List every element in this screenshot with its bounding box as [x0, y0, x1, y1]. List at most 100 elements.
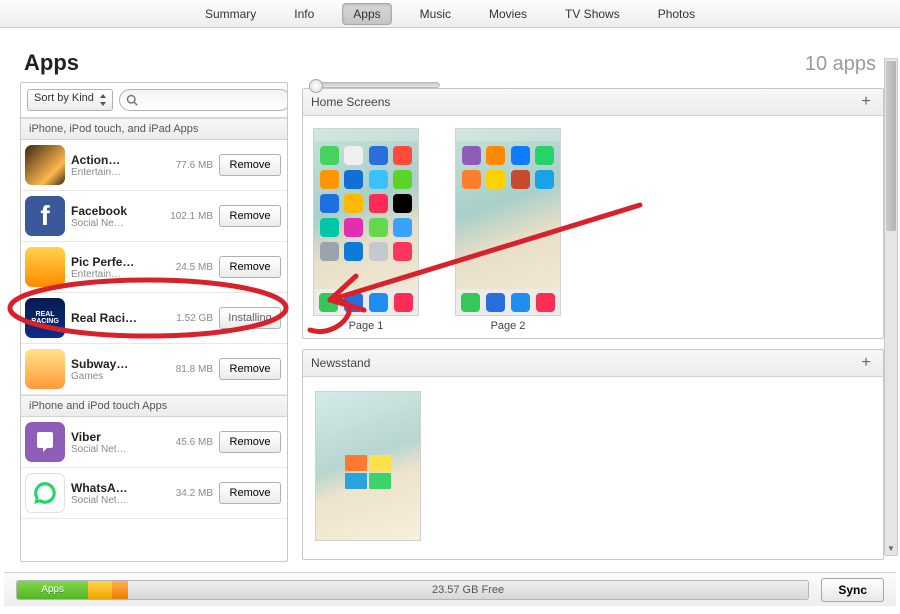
home-screens-body: Page 1 Page 2	[303, 116, 883, 338]
storage-seg-other-a	[88, 581, 112, 599]
storage-seg-other-b	[112, 581, 128, 599]
home-screens-title: Home Screens	[311, 95, 390, 109]
sort-select[interactable]: Sort by Kind	[27, 89, 113, 111]
remove-button[interactable]: Remove	[219, 431, 281, 453]
page-title: Apps	[24, 50, 79, 76]
mini-app-icon	[535, 170, 554, 189]
app-row[interactable]: REAL RACINGReal Raci…1.52 GBInstalling	[21, 293, 287, 344]
storage-seg-apps: Apps	[17, 581, 88, 599]
add-newsstand-button[interactable]: +	[857, 354, 875, 372]
mini-app-icon	[320, 170, 339, 189]
tab-photos[interactable]: Photos	[648, 4, 705, 24]
app-row[interactable]: Action…Entertain…77.6 MBRemove	[21, 140, 287, 191]
top-tab-bar: Summary Info Apps Music Movies TV Shows Photos	[0, 0, 900, 28]
app-genre: Social Net…	[71, 444, 155, 455]
newsstand-title: Newsstand	[311, 356, 370, 370]
tab-movies[interactable]: Movies	[479, 4, 537, 24]
mini-app-icon	[369, 218, 388, 237]
mini-app-icon	[462, 146, 481, 165]
scroll-down-arrow[interactable]: ▼	[885, 541, 897, 555]
installing-button[interactable]: Installing	[219, 307, 281, 329]
app-name: Action…	[71, 153, 155, 167]
app-genre: Entertain…	[71, 269, 155, 280]
app-name: Subway…	[71, 357, 155, 371]
remove-button[interactable]: Remove	[219, 205, 281, 227]
app-genre: Social Net…	[71, 495, 155, 506]
mini-app-icon	[393, 218, 412, 237]
app-icon	[25, 145, 65, 185]
tab-music[interactable]: Music	[410, 4, 461, 24]
app-info: FacebookSocial Ne…	[71, 204, 155, 229]
mini-app-icon	[462, 170, 481, 189]
phone-screenshot	[313, 128, 419, 316]
add-home-screen-button[interactable]: +	[857, 93, 875, 111]
page-label: Page 1	[349, 320, 384, 332]
page-header: Apps 10 apps	[0, 28, 900, 82]
storage-seg-apps-label: Apps	[41, 584, 64, 595]
remove-button[interactable]: Remove	[219, 358, 281, 380]
zoom-slider-thumb[interactable]	[309, 79, 323, 93]
app-row[interactable]: Subway…Games81.8 MBRemove	[21, 344, 287, 395]
page-label: Page 2	[491, 320, 526, 332]
group-header: iPhone, iPod touch, and iPad Apps	[21, 118, 287, 140]
right-panel: Home Screens + Page 1 Page 2 Newsstand +	[302, 82, 884, 562]
sort-search-row: Sort by Kind	[21, 83, 287, 118]
scroll-thumb[interactable]	[886, 61, 896, 231]
app-row[interactable]: fFacebookSocial Ne…102.1 MBRemove	[21, 191, 287, 242]
home-screen-page[interactable]: Page 1	[313, 128, 419, 332]
app-icon	[25, 422, 65, 462]
storage-bar: Apps 23.57 GB Free	[16, 580, 809, 600]
newsstand-tile	[369, 455, 391, 471]
tab-summary[interactable]: Summary	[195, 4, 266, 24]
mini-app-icon	[393, 194, 412, 213]
tab-apps[interactable]: Apps	[342, 3, 391, 25]
search-icon	[126, 94, 138, 106]
app-size: 102.1 MB	[161, 211, 213, 222]
mini-app-icon	[369, 170, 388, 189]
app-row[interactable]: Pic Perfe…Entertain…24.5 MBRemove	[21, 242, 287, 293]
remove-button[interactable]: Remove	[219, 256, 281, 278]
sync-button[interactable]: Sync	[821, 578, 884, 602]
app-row[interactable]: ViberSocial Net…45.6 MBRemove	[21, 417, 287, 468]
app-size: 45.6 MB	[161, 437, 213, 448]
dock-app-icon	[461, 293, 480, 312]
mini-app-icon	[369, 146, 388, 165]
remove-button[interactable]: Remove	[219, 154, 281, 176]
group-header: iPhone and iPod touch Apps	[21, 395, 287, 417]
newsstand-tile	[345, 455, 367, 471]
remove-button[interactable]: Remove	[219, 482, 281, 504]
dock-app-icon	[344, 293, 363, 312]
app-size: 1.52 GB	[161, 313, 213, 324]
newsstand-thumb[interactable]	[315, 391, 421, 541]
app-info: WhatsA…Social Net…	[71, 481, 155, 506]
app-name: WhatsA…	[71, 481, 155, 495]
mini-app-icon	[393, 146, 412, 165]
scrollbar[interactable]: ▲ ▼	[884, 58, 898, 556]
mini-app-icon	[320, 218, 339, 237]
app-size: 34.2 MB	[161, 488, 213, 499]
app-count: 10 apps	[805, 53, 876, 76]
newsstand-section: Newsstand +	[302, 349, 884, 560]
newsstand-header: Newsstand +	[303, 350, 883, 377]
tab-info[interactable]: Info	[284, 4, 324, 24]
app-info: Real Raci…	[71, 311, 155, 325]
tab-tv-shows[interactable]: TV Shows	[555, 4, 630, 24]
app-info: Action…Entertain…	[71, 153, 155, 178]
search-input[interactable]	[142, 94, 284, 106]
app-name: Facebook	[71, 204, 155, 218]
storage-seg-free: 23.57 GB Free	[128, 581, 809, 599]
home-screen-page[interactable]: Page 2	[455, 128, 561, 332]
search-field[interactable]	[119, 89, 288, 111]
app-info: Pic Perfe…Entertain…	[71, 255, 155, 280]
zoom-slider[interactable]	[310, 82, 440, 88]
app-name: Pic Perfe…	[71, 255, 155, 269]
app-genre: Social Ne…	[71, 218, 155, 229]
mini-app-icon	[344, 146, 363, 165]
mini-app-icon	[393, 170, 412, 189]
storage-free-label: 23.57 GB Free	[432, 584, 504, 596]
home-screens-section: Home Screens + Page 1 Page 2	[302, 88, 884, 339]
app-row[interactable]: WhatsA…Social Net… 34.2 MB Remove	[21, 468, 287, 519]
apps-sidebar: Sort by Kind iPhone, iPod touch, and iPa…	[20, 82, 288, 562]
mini-app-icon	[369, 194, 388, 213]
home-screens-header: Home Screens +	[303, 89, 883, 116]
